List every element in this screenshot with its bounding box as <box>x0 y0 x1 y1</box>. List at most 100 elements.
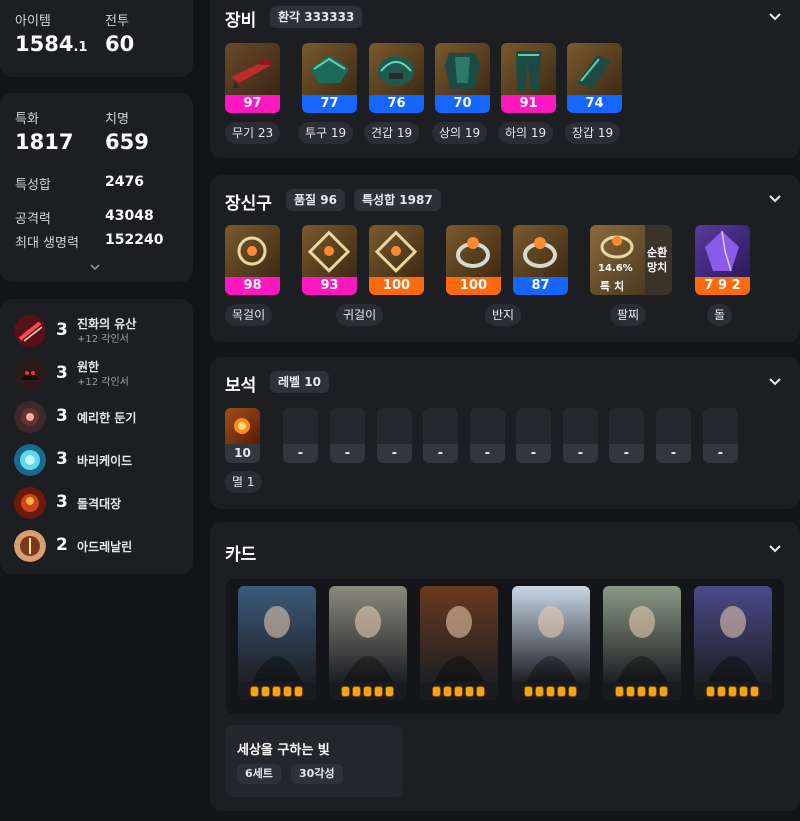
accessory-slot-earring-1[interactable]: 93 <box>302 225 357 295</box>
gem-slot-empty[interactable]: - <box>609 408 644 463</box>
legend-card[interactable] <box>238 586 316 700</box>
equipment-slot-chest[interactable]: 70 <box>435 43 490 113</box>
awakening-gem-icon <box>626 686 635 697</box>
accessory-slot-bracelet[interactable]: 14.6% 특 치 순환 망치 <box>590 225 672 295</box>
item-name-label: 무기 23 <box>225 122 281 144</box>
gem-slot-empty[interactable]: - <box>470 408 505 463</box>
gem-slot-empty[interactable]: - <box>656 408 691 463</box>
legend-card[interactable] <box>329 586 407 700</box>
ability-stone-slot[interactable]: 7 9 2 <box>695 225 750 295</box>
quality-bar: 91 <box>501 95 556 113</box>
max-hp-label: 최대 생명력 <box>15 236 79 251</box>
gem-slot-empty[interactable]: - <box>377 408 412 463</box>
item-name-label: 견갑 19 <box>364 122 420 144</box>
gem-slot-empty[interactable]: - <box>330 408 365 463</box>
awakening-gem-icon <box>546 686 555 697</box>
gem-icon <box>225 408 260 444</box>
accessory-slot-earring-2[interactable]: 100 <box>369 225 424 295</box>
awakening-gem-icon <box>465 686 474 697</box>
equipment-slot-helmet[interactable]: 77 <box>302 43 357 113</box>
card-set-count-badge: 6세트 <box>237 764 281 784</box>
awakening-gem-icon <box>659 686 668 697</box>
legend-card[interactable] <box>420 586 498 700</box>
accessory-slot-necklace[interactable]: 98 <box>225 225 280 295</box>
collapse-gem-chevron-icon[interactable] <box>768 377 782 387</box>
gem-slot-empty[interactable]: - <box>703 408 738 463</box>
accessory-title: 장신구 <box>225 194 272 214</box>
awakening-gem-icon <box>728 686 737 697</box>
quality-badge: 품질 96 <box>286 189 345 211</box>
spec-value: 1817 <box>15 130 74 154</box>
chest-armor-icon <box>435 43 490 95</box>
equipment-slot-weapon[interactable]: 97 <box>225 43 280 113</box>
combat-stats-panel: 특화 1817 치명 659 특성합 2476 공격력 43048 최대 생명력… <box>0 93 193 282</box>
awakening-gem-icon <box>363 686 372 697</box>
gem-slot-empty[interactable]: - <box>516 408 551 463</box>
awakening-gem-icon <box>352 686 361 697</box>
gem-level: 10 <box>225 444 260 463</box>
engraving-name: 예리한 둔기 <box>77 411 137 425</box>
weapon-icon <box>225 43 280 95</box>
engraving-row[interactable]: 3 진화의 유산 +12 각인서 <box>14 313 189 349</box>
combat-level-value: 60 <box>105 32 135 56</box>
accessory-slot-ring-2[interactable]: 87 <box>513 225 568 295</box>
engraving-level: 3 <box>56 449 68 469</box>
legend-card[interactable] <box>694 586 772 700</box>
engraving-book-note: +12 각인서 <box>77 334 129 345</box>
awakening-bar <box>512 682 590 700</box>
awakening-gem-icon <box>261 686 270 697</box>
quality-bar: 93 <box>302 277 357 295</box>
awakening-gem-icon <box>432 686 441 697</box>
engraving-adrenaline-icon <box>14 530 46 562</box>
gem-slot-empty[interactable]: - <box>423 408 458 463</box>
engraving-row[interactable]: 3 원한 +12 각인서 <box>14 356 189 392</box>
engraving-row[interactable]: 3 돌격대장 <box>14 485 189 521</box>
item-name-label: 하의 19 <box>498 122 554 144</box>
engraving-name: 바리케이드 <box>77 454 133 468</box>
gem-slot-filled[interactable]: 10 <box>225 408 260 463</box>
accessory-slot-ring-1[interactable]: 100 <box>446 225 501 295</box>
awakening-bar <box>694 682 772 700</box>
expand-stats-chevron-icon[interactable] <box>90 262 100 272</box>
quality-bar: 100 <box>369 277 424 295</box>
card-set-box[interactable]: 세상을 구하는 빛 6세트 30각성 <box>225 725 403 797</box>
gem-slot-empty[interactable]: - <box>563 408 598 463</box>
card-set-name: 세상을 구하는 빛 <box>237 743 330 758</box>
gem-level-badge: 레벨 10 <box>270 371 329 393</box>
engraving-level: 2 <box>56 535 68 555</box>
collapse-equipment-chevron-icon[interactable] <box>768 12 782 22</box>
crit-label: 치명 <box>105 112 129 127</box>
engraving-row[interactable]: 2 아드레날린 <box>14 528 189 564</box>
collapse-accessory-chevron-icon[interactable] <box>768 194 782 204</box>
collapse-card-chevron-icon[interactable] <box>768 544 782 554</box>
equipment-section: 장비 환각 333333 97 77 76 70 91 74 무기 23 투구 … <box>210 0 800 158</box>
awakening-gem-icon <box>557 686 566 697</box>
engraving-row[interactable]: 3 바리케이드 <box>14 442 189 478</box>
engraving-name: 아드레날린 <box>77 540 133 554</box>
gem-slot-empty[interactable]: - <box>283 408 318 463</box>
card-art-image <box>512 586 590 682</box>
awakening-gem-icon <box>476 686 485 697</box>
stat-total-badge: 특성합 1987 <box>354 189 441 211</box>
engraving-barricade-icon <box>14 444 46 476</box>
engraving-row[interactable]: 3 예리한 둔기 <box>14 399 189 435</box>
equipment-title: 장비 <box>225 11 257 31</box>
awakening-bar <box>420 682 498 700</box>
legend-card[interactable] <box>603 586 681 700</box>
equipment-slot-shoulder[interactable]: 76 <box>369 43 424 113</box>
awakening-gem-icon <box>250 686 259 697</box>
quality-bar: 77 <box>302 95 357 113</box>
item-level-panel: 아이템 1584.1 전투 60 <box>0 0 193 77</box>
legend-card[interactable] <box>512 586 590 700</box>
awakening-gem-icon <box>706 686 715 697</box>
crit-value: 659 <box>105 130 149 154</box>
attack-power-value: 43048 <box>105 208 154 224</box>
equipment-slot-pants[interactable]: 91 <box>501 43 556 113</box>
equipment-slot-gloves[interactable]: 74 <box>567 43 622 113</box>
gem-section: 보석 레벨 10 10 멸 1 - - - - - - - - - - <box>210 357 800 509</box>
engraving-panel: 3 진화의 유산 +12 각인서 3 원한 +12 각인서 3 예리한 둔기 3… <box>0 299 193 574</box>
item-name-label: 장갑 19 <box>565 122 621 144</box>
awakening-gem-icon <box>443 686 452 697</box>
awakening-gem-icon <box>454 686 463 697</box>
max-hp-value: 152240 <box>105 232 164 248</box>
